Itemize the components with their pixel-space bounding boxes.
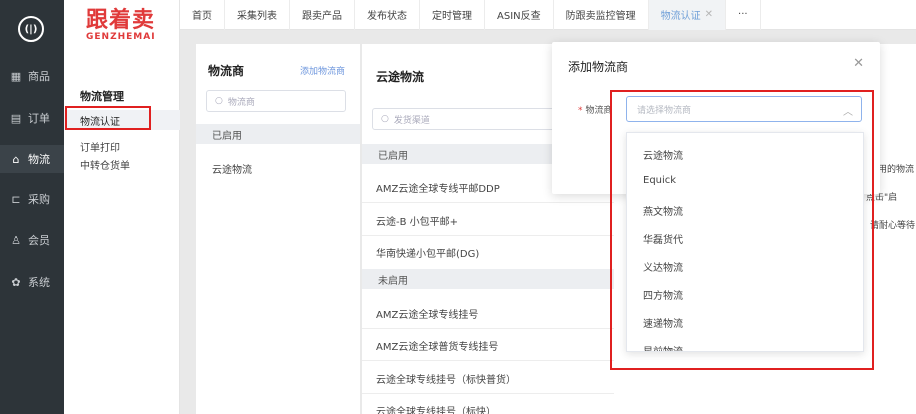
nav-item-purchase[interactable]: ⊏ 采购 [0,185,64,213]
nav-item-label: 系统 [28,276,50,289]
brand-name-cn: 跟着卖 [86,7,156,33]
nav-item-products[interactable]: ▦ 商品 [0,62,64,90]
carrier-panel: 物流商 添加物流商 ○ 物流商 已启用 云途物流 [196,44,360,414]
nav-item-label: 商品 [28,70,50,83]
app-logo-icon[interactable]: (|) [18,16,44,42]
channel-list-item[interactable]: AMZ云途全球普货专线挂号 [376,338,498,353]
tab-asin-lookup[interactable]: ASIN反查 [485,0,554,30]
system-icon: ✿ [11,275,21,289]
nav-item-label: 物流 [28,153,50,166]
more-icon: ··· [738,9,748,20]
subnav-title: 物流管理 [80,90,124,103]
tab-label: ASIN反查 [497,11,541,22]
logistics-icon: ⌂ [12,152,20,166]
carrier-field-label: * 物流商 [578,103,613,116]
channel-list-item[interactable]: 云途全球专线挂号（标快普货） [376,371,516,386]
channel-panel-title: 云途物流 [376,70,425,84]
tab-collect-list[interactable]: 采集列表 [225,0,290,30]
tab-label: 首页 [192,11,212,22]
brand-logo: 跟着卖 GENZHEMAI [86,8,162,48]
tab-label: 发布状态 [367,11,407,22]
field-label-text: 物流商 [585,106,613,116]
channel-disabled-section: 未启用 [362,269,614,289]
nav-item-members[interactable]: ♙ 会员 [0,226,64,254]
close-icon[interactable]: ✕ [853,56,864,71]
channel-list-item[interactable]: AMZ云途全球专线平邮DDP [376,180,500,195]
nav-item-label: 订单 [28,112,50,125]
divider [362,235,614,236]
channel-list-item[interactable]: 云途全球专线挂号（标快） [376,403,496,414]
background-text: 用的物流 [878,165,915,175]
divider [362,328,614,329]
tab-label: 跟卖产品 [302,11,342,22]
background-text: 请耐心等待 [870,221,916,231]
nav-item-system[interactable]: ✿ 系统 [0,268,64,296]
nav-item-label: 采购 [28,193,50,206]
highlight-box-dropdown [610,90,874,370]
tab-home[interactable]: 首页 [180,0,225,30]
shop-icon: ▦ [10,69,22,83]
tab-label: 物流认证 [660,11,701,22]
nav-item-orders[interactable]: ▤ 订单 [0,104,64,132]
nav-item-label: 会员 [28,234,50,247]
tab-more[interactable]: ··· [726,0,761,30]
tab-label: 定时管理 [432,11,472,22]
modal-title: 添加物流商 [568,60,629,74]
tab-follow-products[interactable]: 跟卖产品 [290,0,355,30]
search-icon: ○ [215,96,223,106]
tab-schedule[interactable]: 定时管理 [420,0,485,30]
channel-list-item[interactable]: 云途-B 小包平邮+ [376,213,458,228]
tab-label: 防跟卖监控管理 [565,11,636,22]
required-mark: * [578,106,583,116]
carrier-enabled-section: 已启用 [196,124,360,144]
divider [362,393,614,394]
carrier-search-input[interactable]: ○ 物流商 [206,90,346,112]
carrier-list-item[interactable]: 云途物流 [212,161,252,176]
search-placeholder: 发货渠道 [393,115,430,126]
highlight-box-subnav [65,106,151,130]
divider [362,360,614,361]
sub-nav: 跟着卖 GENZHEMAI 物流管理 物流认证 订单打印 中转仓货单 [64,0,180,414]
brand-name-en: GENZHEMAI [86,32,156,42]
main-nav: (|) ▦ 商品 ▤ 订单 ⌂ 物流 ⊏ 采购 ♙ 会员 ✿ 系统 [0,0,64,414]
member-icon: ♙ [11,233,21,247]
subnav-item-transfer-bill[interactable]: 中转仓货单 [80,157,130,172]
tab-logistics-auth[interactable]: 物流认证 ✕ [648,0,727,30]
channel-list-item[interactable]: AMZ云途全球专线挂号 [376,306,478,321]
subnav-item-order-print[interactable]: 订单打印 [80,139,120,154]
tab-label: 采集列表 [237,11,277,22]
search-icon: ○ [381,114,389,124]
channel-list-item[interactable]: 华南快递小包平邮(DG) [376,245,479,260]
order-icon: ▤ [10,111,22,125]
cart-icon: ⊏ [11,192,21,206]
add-carrier-link[interactable]: 添加物流商 [300,64,345,77]
carrier-panel-title: 物流商 [208,64,245,78]
tab-monitor[interactable]: 防跟卖监控管理 [554,0,649,30]
tab-bar: 首页 采集列表 跟卖产品 发布状态 定时管理 ASIN反查 防跟卖监控管理 物流… [180,0,916,30]
channel-search-input[interactable]: ○ 发货渠道 [372,108,558,130]
divider [362,202,614,203]
tab-publish-status[interactable]: 发布状态 [355,0,420,30]
nav-item-logistics[interactable]: ⌂ 物流 [0,145,64,173]
search-placeholder: 物流商 [227,97,255,108]
close-icon[interactable]: ✕ [705,9,713,20]
